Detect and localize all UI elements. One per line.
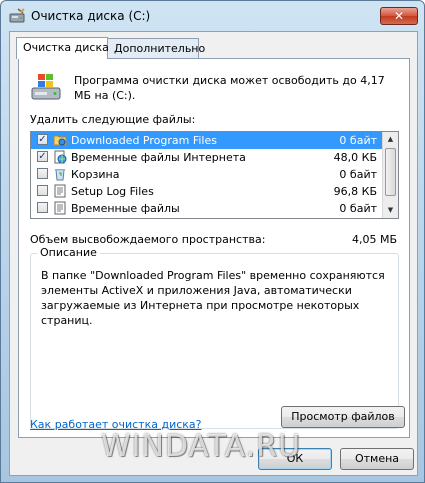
checkbox[interactable]	[37, 168, 48, 179]
list-item[interactable]: ✓ Downloaded Program Files 0 байт	[31, 132, 383, 149]
recycle-bin-icon	[55, 169, 65, 181]
checkbox[interactable]	[37, 202, 48, 213]
description-text: В папке "Downloaded Program Files" време…	[41, 269, 385, 327]
cancel-button[interactable]: Отмена	[340, 448, 414, 470]
file-name: Временные файлы	[71, 202, 180, 215]
watermark: WINDATA.RU	[101, 429, 302, 464]
tab-panel: Программа очистки диска может освободить…	[18, 58, 410, 438]
view-files-button[interactable]: Просмотр файлов	[281, 406, 405, 428]
list-item[interactable]: Setup Log Files 96,8 КБ	[31, 183, 383, 200]
list-item[interactable]: Временные файлы 0 байт	[31, 200, 383, 217]
close-icon: ✕	[393, 9, 405, 23]
scroll-down-icon[interactable]: ▼	[385, 204, 396, 216]
list-scrollbar[interactable]: ▲ ▼	[382, 132, 398, 218]
tab-disk-cleanup[interactable]: Очистка диска	[16, 37, 109, 59]
list-item[interactable]: Корзина 0 байт	[31, 166, 383, 183]
file-size: 96,8 КБ	[333, 185, 377, 198]
scroll-up-icon[interactable]: ▲	[385, 133, 396, 145]
scroll-thumb[interactable]	[385, 148, 396, 196]
space-freed-label: Объем высвобождаемого пространства:	[30, 233, 266, 246]
window-title: Очистка диска (C:)	[31, 9, 151, 23]
title-bar[interactable]: Очистка диска (C:) ✕	[1, 1, 424, 31]
space-freed-value: 4,05 МБ	[351, 233, 397, 246]
close-button[interactable]: ✕	[380, 7, 418, 25]
file-size: 0 байт	[339, 168, 377, 181]
windows-drive-icon	[31, 74, 61, 100]
document-icon	[54, 184, 66, 198]
tab-label: Очистка диска	[23, 41, 109, 54]
dialog-body: Очистка диска Дополнительно Программа оч…	[9, 31, 418, 476]
file-size: 0 байт	[339, 202, 377, 215]
disk-cleanup-icon	[9, 8, 25, 23]
file-size: 48,0 КБ	[333, 151, 377, 164]
internet-files-icon	[54, 150, 67, 164]
disk-cleanup-window: Очистка диска (C:) ✕ Очистка диска Допол…	[0, 0, 425, 483]
checkbox[interactable]: ✓	[37, 151, 48, 162]
checkbox[interactable]	[37, 185, 48, 196]
folder-icon	[53, 135, 67, 146]
tab-label: Дополнительно	[114, 42, 206, 55]
file-name: Временные файлы Интернета	[71, 151, 246, 164]
files-section-label: Удалить следующие файлы:	[30, 113, 196, 126]
document-icon	[54, 201, 66, 215]
description-group: Описание В папке "Downloaded Program Fil…	[30, 246, 405, 429]
file-size: 0 байт	[339, 134, 377, 147]
file-name: Downloaded Program Files	[71, 134, 217, 147]
checkbox[interactable]: ✓	[37, 134, 48, 145]
description-legend: Описание	[37, 246, 100, 259]
file-name: Корзина	[71, 168, 120, 181]
free-space-info: Программа очистки диска может освободить…	[74, 74, 385, 102]
list-item[interactable]: ✓ Временные файлы Интернета 48,0 КБ	[31, 149, 383, 166]
files-to-delete-list[interactable]: ✓ Downloaded Program Files 0 байт ✓ Врем…	[30, 131, 399, 219]
file-name: Setup Log Files	[71, 185, 154, 198]
tab-more-options[interactable]: Дополнительно	[107, 38, 205, 58]
